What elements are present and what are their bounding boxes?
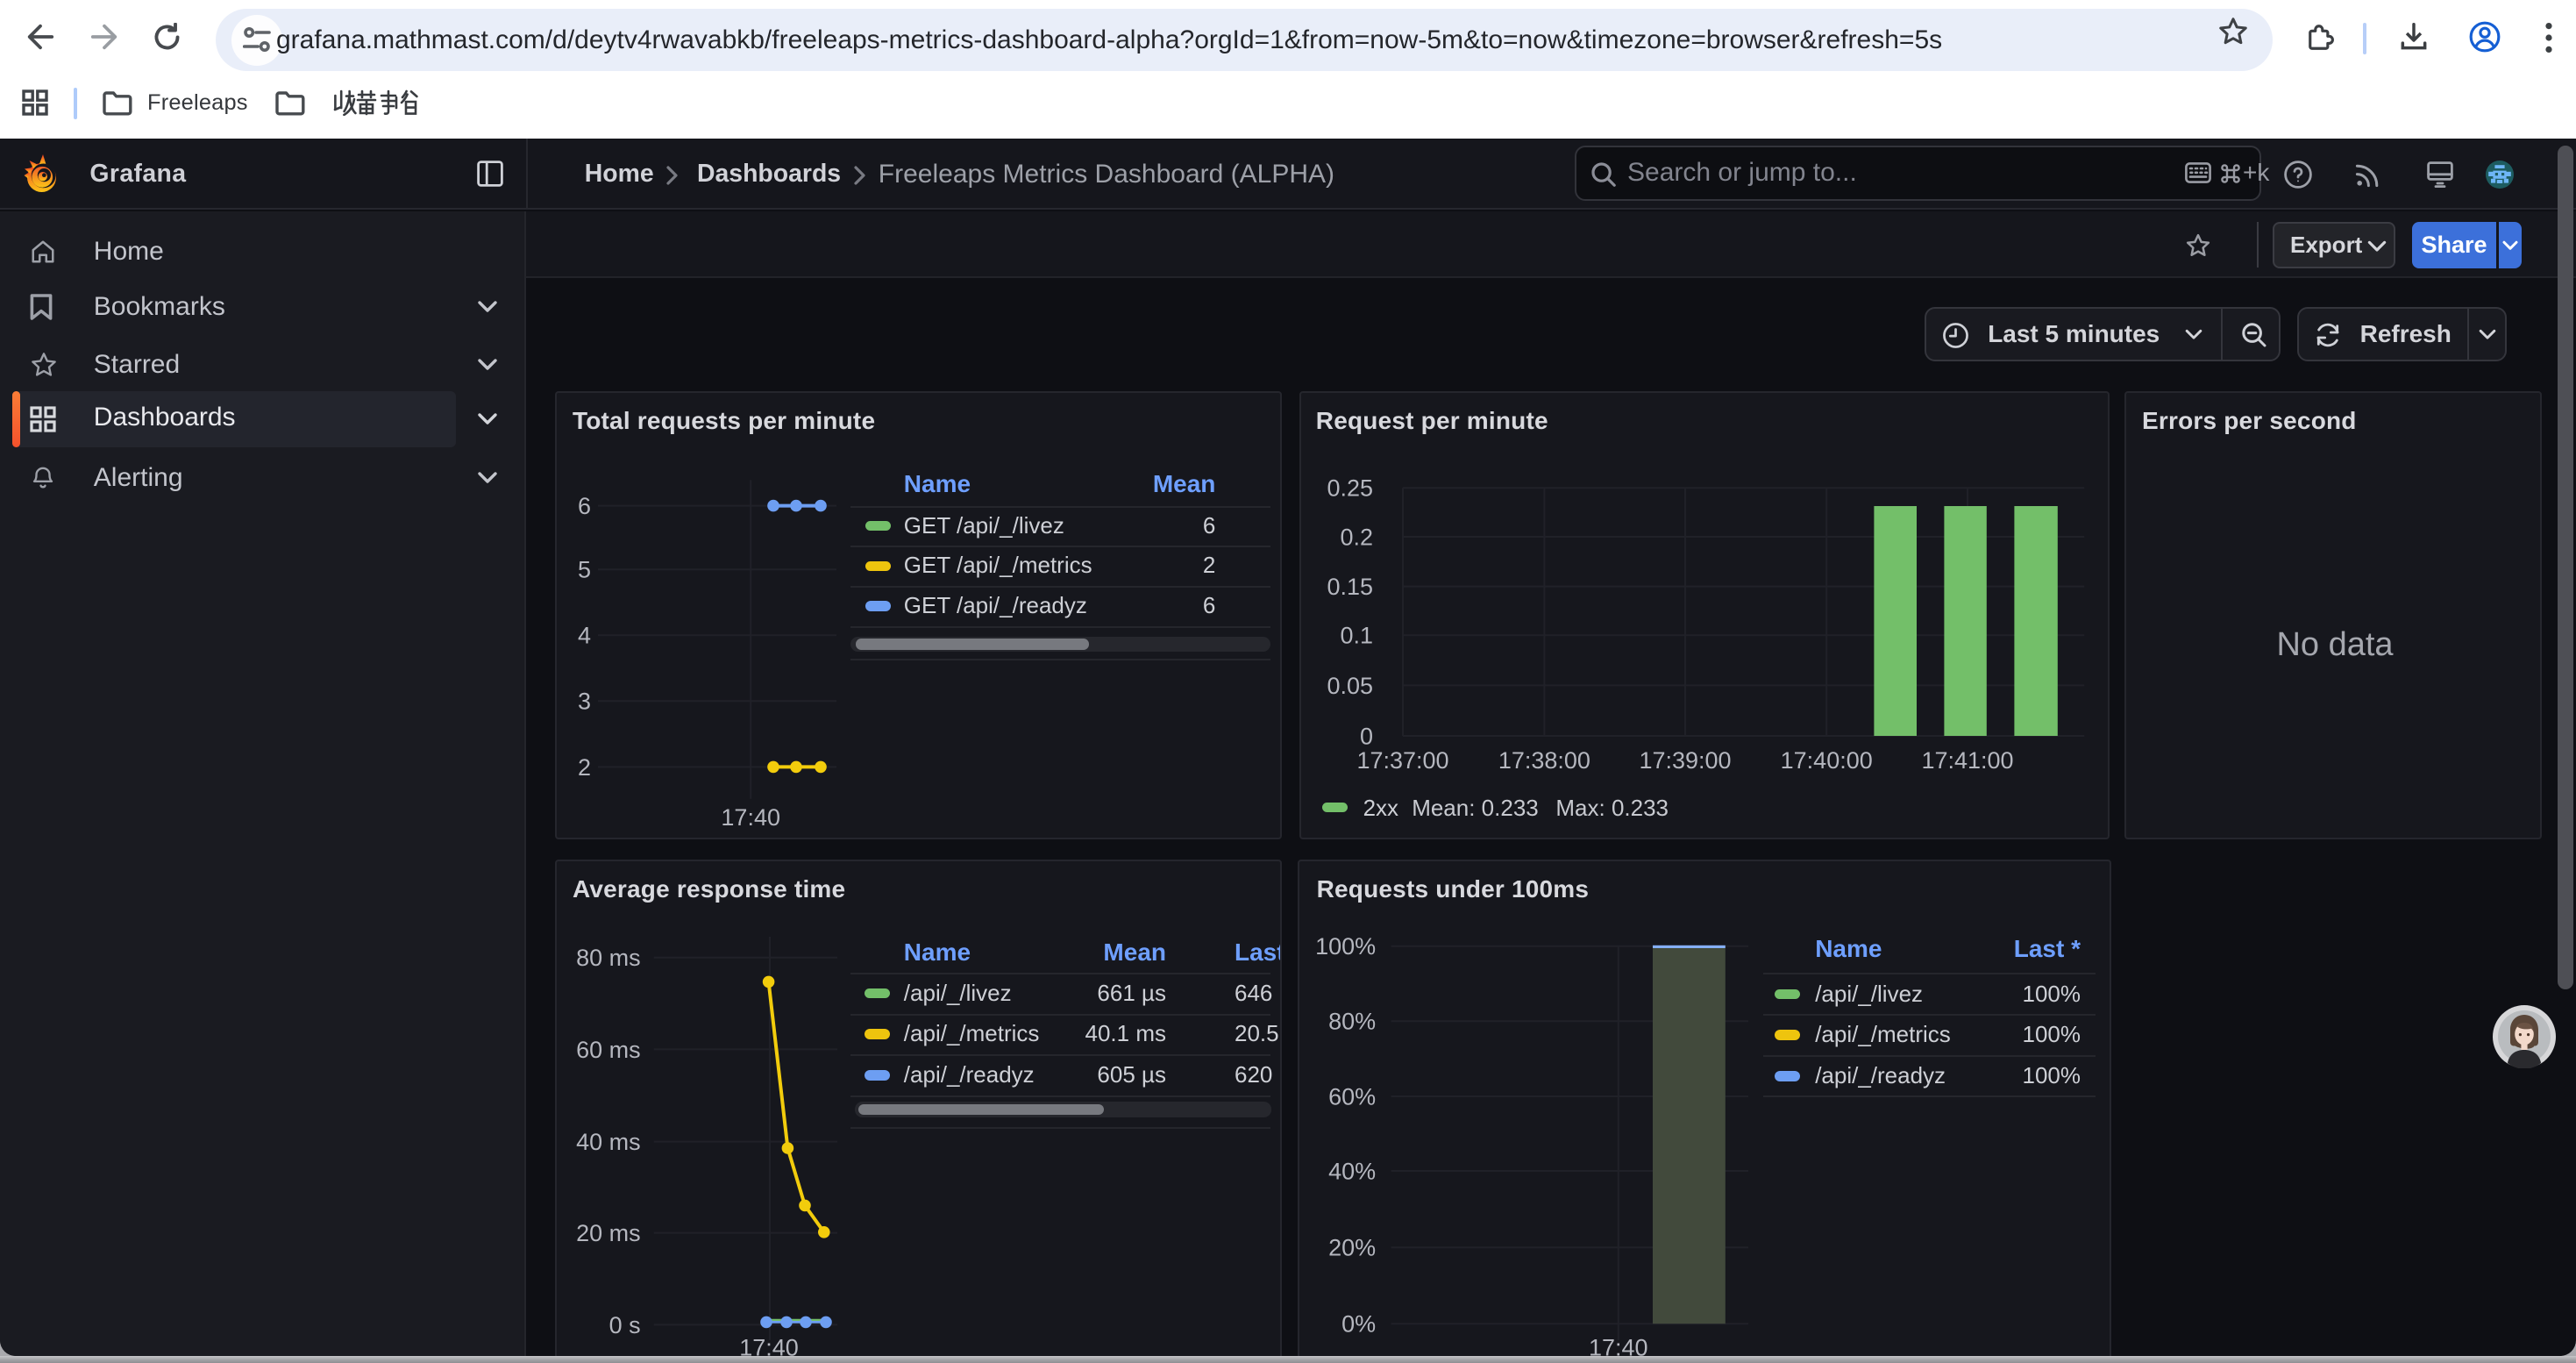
svg-text:0%: 0%: [1341, 1311, 1376, 1338]
svg-text:2: 2: [578, 754, 591, 781]
svg-text:17:41:00: 17:41:00: [1921, 747, 2013, 774]
svg-text:17:40: 17:40: [1589, 1335, 1648, 1356]
svg-text:60 ms: 60 ms: [576, 1037, 641, 1063]
svg-text:0.1: 0.1: [1340, 623, 1373, 649]
svg-text:60%: 60%: [1328, 1083, 1376, 1110]
svg-text:0.25: 0.25: [1327, 475, 1373, 502]
svg-text:0 s: 0 s: [609, 1312, 641, 1338]
svg-text:40%: 40%: [1328, 1158, 1376, 1184]
svg-text:80%: 80%: [1328, 1009, 1376, 1035]
svg-text:5: 5: [578, 557, 591, 583]
svg-text:40 ms: 40 ms: [576, 1129, 641, 1155]
svg-text:17:40: 17:40: [721, 804, 780, 831]
svg-text:100%: 100%: [1315, 933, 1376, 960]
svg-text:0.05: 0.05: [1327, 673, 1373, 699]
svg-text:20 ms: 20 ms: [576, 1220, 641, 1246]
svg-text:4: 4: [578, 623, 591, 649]
svg-text:3: 3: [578, 689, 591, 715]
svg-text:20%: 20%: [1328, 1235, 1376, 1261]
svg-text:0.2: 0.2: [1340, 524, 1373, 550]
svg-text:6: 6: [578, 493, 591, 519]
svg-text:17:40:00: 17:40:00: [1781, 747, 1873, 774]
svg-text:80 ms: 80 ms: [576, 945, 641, 971]
svg-text:17:38:00: 17:38:00: [1498, 747, 1590, 774]
svg-text:0: 0: [1360, 723, 1373, 749]
svg-text:17:37:00: 17:37:00: [1356, 747, 1448, 774]
svg-text:17:40: 17:40: [739, 1335, 799, 1356]
svg-text:17:39:00: 17:39:00: [1639, 747, 1731, 774]
svg-text:0.15: 0.15: [1327, 574, 1373, 600]
